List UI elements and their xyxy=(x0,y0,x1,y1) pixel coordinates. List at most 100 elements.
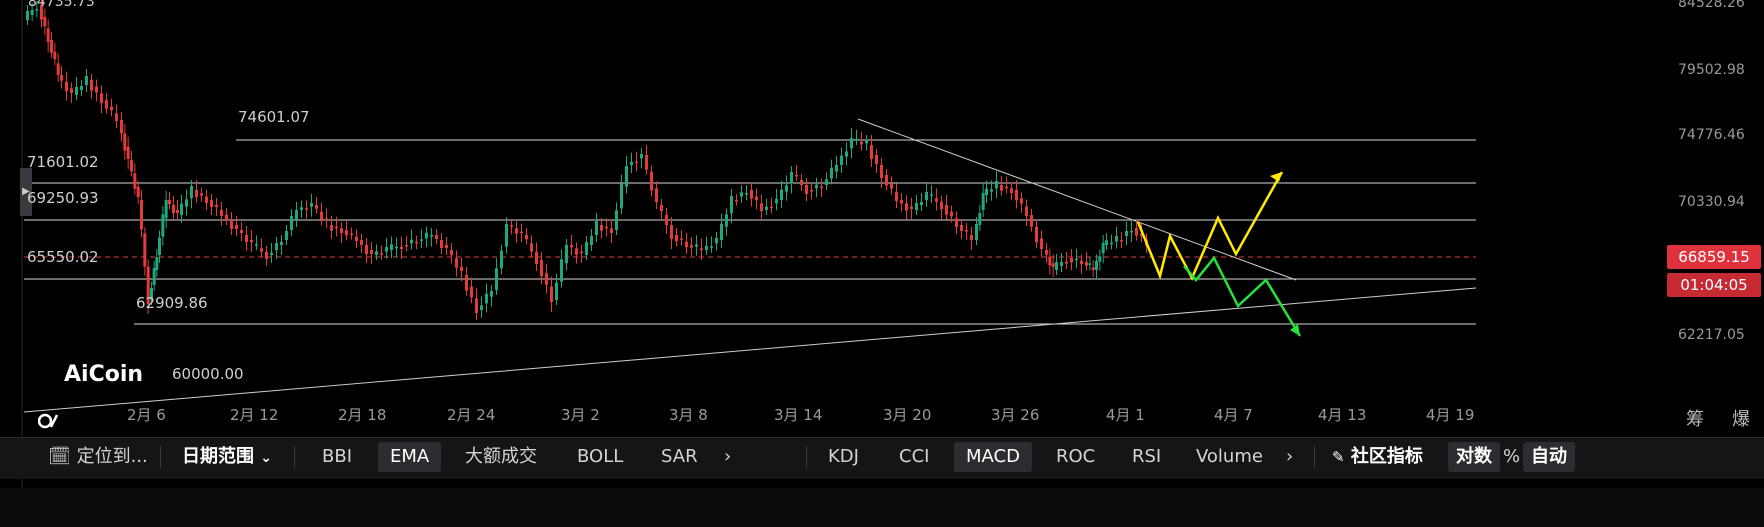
candle-body xyxy=(330,225,333,231)
candle-body xyxy=(705,245,708,250)
indicator-boll[interactable]: BOLL xyxy=(577,438,623,476)
candle-body xyxy=(535,251,538,264)
price-tick: 70330.94 xyxy=(1678,194,1745,210)
candle-body xyxy=(1091,267,1095,270)
candle-body xyxy=(865,141,868,144)
date-range-button[interactable]: 日期范围 ⌄ xyxy=(182,438,272,476)
candle-body xyxy=(610,228,613,233)
log-scale-toggle[interactable]: 对数 xyxy=(1448,442,1500,472)
candle-body xyxy=(1080,260,1083,264)
candle-body xyxy=(675,235,678,242)
indicator-sar[interactable]: SAR xyxy=(661,438,698,476)
candle-body xyxy=(845,151,848,157)
candle-body xyxy=(126,146,130,159)
candle-body xyxy=(1085,262,1088,266)
candle-body xyxy=(260,248,263,252)
candle-body xyxy=(155,257,159,270)
more-main-indicators-icon[interactable]: › xyxy=(724,438,731,476)
candle-body xyxy=(1115,236,1118,242)
candle-body xyxy=(85,76,88,85)
price-tick: 74776.46 xyxy=(1678,127,1745,143)
chevron-down-icon: ⌄ xyxy=(260,450,273,466)
locate-button[interactable]: 🗓 定位到... xyxy=(48,438,148,476)
candle-body xyxy=(1130,231,1133,233)
candle-body xyxy=(510,225,513,227)
candle-body xyxy=(920,202,923,205)
candle-body xyxy=(295,210,298,220)
candle-body xyxy=(43,16,47,27)
price-chart[interactable]: ▶ 84735.73 74601.07 71601.02 69250.93 65… xyxy=(0,0,1764,488)
candle-body xyxy=(720,223,723,240)
candle-body xyxy=(285,231,288,240)
candle-body xyxy=(400,246,403,249)
candle-body xyxy=(875,155,878,164)
date-tick: 3月 8 xyxy=(669,406,708,424)
candle-body xyxy=(26,11,29,20)
candle-body xyxy=(176,210,179,213)
candle-body xyxy=(1000,185,1003,191)
community-indicators-button[interactable]: ✎ 社区指标 xyxy=(1332,438,1423,476)
liquidation-button[interactable]: 爆 xyxy=(1732,405,1750,431)
candle-body xyxy=(800,180,803,185)
candle-body xyxy=(815,184,818,189)
candle-body xyxy=(360,240,363,245)
candle-body xyxy=(825,179,828,185)
date-tick: 4月 19 xyxy=(1426,406,1475,424)
candle-body xyxy=(670,225,673,239)
candle-body xyxy=(270,253,273,255)
indicator-volume[interactable]: Volume xyxy=(1196,438,1263,476)
candle-body xyxy=(680,238,683,240)
candle-body xyxy=(210,200,213,207)
indicator-kdj[interactable]: KDJ xyxy=(828,438,859,476)
candle-body xyxy=(430,235,433,237)
date-tick: 3月 26 xyxy=(991,406,1040,424)
percent-scale-toggle[interactable]: % xyxy=(1503,438,1520,476)
candle-body xyxy=(1075,258,1078,261)
candle-body xyxy=(950,211,953,217)
candle-body xyxy=(1005,186,1008,189)
candle-body xyxy=(1048,256,1052,266)
locate-label: 定位到... xyxy=(76,446,148,467)
candle-body xyxy=(495,268,498,290)
candle-body xyxy=(320,211,323,220)
indicator-macd[interactable]: MACD xyxy=(954,442,1032,472)
candle-body xyxy=(370,250,373,254)
candle-body xyxy=(735,200,738,202)
candle-body xyxy=(152,268,156,285)
indicator-bbi[interactable]: BBI xyxy=(322,438,352,476)
auto-scale-toggle[interactable]: 自动 xyxy=(1523,442,1575,472)
chips-distribution-button[interactable]: 筹 xyxy=(1686,405,1704,431)
candle-body xyxy=(985,188,988,195)
indicator-roc[interactable]: ROC xyxy=(1056,438,1095,476)
candle-body xyxy=(1060,262,1063,266)
calendar-clock-icon: 🗓 xyxy=(48,446,71,467)
candle-body xyxy=(50,40,53,53)
level-label-62909: 62909.86 xyxy=(136,294,208,312)
candle-body xyxy=(385,247,388,252)
candle-body xyxy=(970,235,973,240)
candle-body xyxy=(945,205,948,215)
candle-countdown-badge: 01:04:05 xyxy=(1667,273,1761,297)
candle-body xyxy=(220,210,223,216)
indicator-ema[interactable]: EMA xyxy=(378,442,442,472)
brand-name: AiCoin xyxy=(64,362,144,387)
candle-body xyxy=(75,87,78,95)
candle-body xyxy=(840,155,843,165)
candle-body xyxy=(1015,190,1018,201)
candle-body xyxy=(525,235,528,240)
more-sub-indicators-icon[interactable]: › xyxy=(1286,438,1293,476)
indicator-cci[interactable]: CCI xyxy=(899,438,929,476)
indicator-big-volume[interactable]: 大额成交 xyxy=(465,438,537,476)
candle-body xyxy=(305,208,308,210)
indicator-rsi[interactable]: RSI xyxy=(1132,438,1161,476)
candle-body xyxy=(350,233,353,235)
candle-body xyxy=(760,203,763,211)
candle-body xyxy=(965,230,968,232)
candle-body xyxy=(190,186,193,199)
candle-body xyxy=(1101,243,1105,254)
date-tick: 2月 24 xyxy=(447,406,496,424)
candle-body xyxy=(725,214,728,227)
candle-body xyxy=(905,203,908,211)
candle-body xyxy=(265,251,268,259)
candle-body xyxy=(140,200,143,230)
